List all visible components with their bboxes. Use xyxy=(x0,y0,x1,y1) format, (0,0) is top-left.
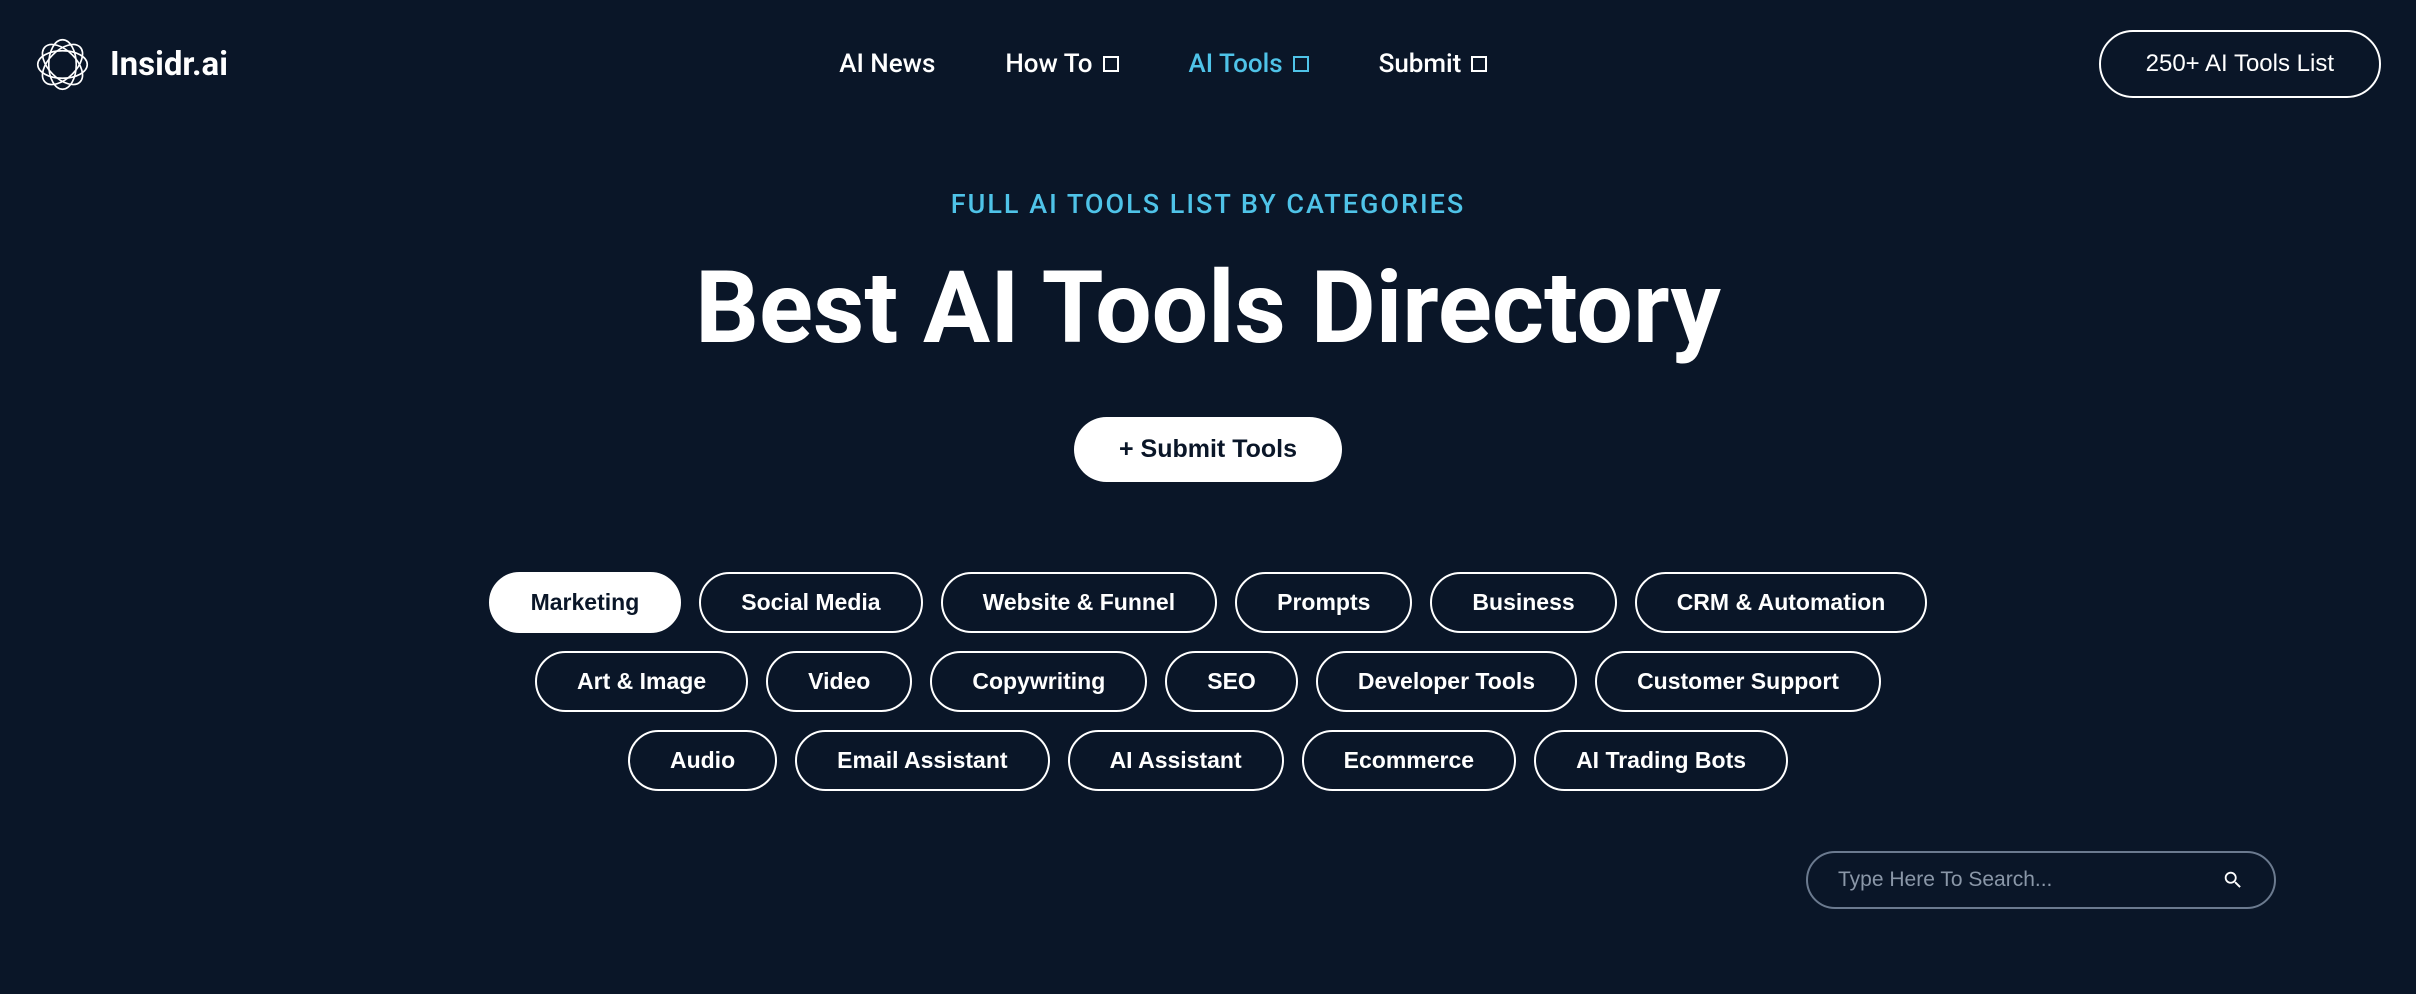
category-pill-ai-assistant[interactable]: AI Assistant xyxy=(1068,730,1284,791)
logo-container[interactable]: Insidr.ai xyxy=(35,37,228,92)
main-nav: AI News How To AI Tools Submit xyxy=(839,49,1487,79)
category-pill-customer-support[interactable]: Customer Support xyxy=(1595,651,1881,712)
submit-tools-button[interactable]: + Submit Tools xyxy=(1074,417,1342,482)
hero-subtitle: FULL AI TOOLS LIST BY CATEGORIES xyxy=(20,188,2396,220)
nav-item-how-to[interactable]: How To xyxy=(1005,49,1118,79)
nav-label: Submit xyxy=(1379,49,1462,79)
logo-icon xyxy=(35,37,90,92)
logo-text: Insidr.ai xyxy=(110,45,228,84)
hero-section: FULL AI TOOLS LIST BY CATEGORIES Best AI… xyxy=(0,128,2416,522)
category-pill-marketing[interactable]: Marketing xyxy=(489,572,682,633)
search-container xyxy=(0,821,2416,939)
nav-label: AI News xyxy=(839,49,935,79)
search-input[interactable] xyxy=(1838,868,2222,892)
category-pill-crm-automation[interactable]: CRM & Automation xyxy=(1635,572,1928,633)
category-pill-audio[interactable]: Audio xyxy=(628,730,777,791)
category-pill-ai-trading-bots[interactable]: AI Trading Bots xyxy=(1534,730,1788,791)
cta-tools-list-button[interactable]: 250+ AI Tools List xyxy=(2099,30,2381,98)
nav-label: How To xyxy=(1005,49,1092,79)
category-pill-copywriting[interactable]: Copywriting xyxy=(930,651,1147,712)
category-pill-website-funnel[interactable]: Website & Funnel xyxy=(941,572,1218,633)
nav-item-ai-news[interactable]: AI News xyxy=(839,49,935,79)
hero-title: Best AI Tools Directory xyxy=(20,250,2396,367)
dropdown-icon xyxy=(1293,56,1309,72)
category-pill-email-assistant[interactable]: Email Assistant xyxy=(795,730,1049,791)
category-filter-list: Marketing Social Media Website & Funnel … xyxy=(408,522,2008,821)
dropdown-icon xyxy=(1103,56,1119,72)
category-pill-art-image[interactable]: Art & Image xyxy=(535,651,748,712)
search-icon[interactable] xyxy=(2222,869,2244,891)
category-pill-developer-tools[interactable]: Developer Tools xyxy=(1316,651,1577,712)
nav-item-ai-tools[interactable]: AI Tools xyxy=(1189,49,1309,79)
category-pill-business[interactable]: Business xyxy=(1430,572,1616,633)
category-pill-video[interactable]: Video xyxy=(766,651,912,712)
category-pill-social-media[interactable]: Social Media xyxy=(699,572,922,633)
dropdown-icon xyxy=(1471,56,1487,72)
search-box xyxy=(1806,851,2276,909)
nav-label: AI Tools xyxy=(1189,49,1283,79)
category-pill-ecommerce[interactable]: Ecommerce xyxy=(1302,730,1516,791)
category-pill-prompts[interactable]: Prompts xyxy=(1235,572,1412,633)
nav-item-submit[interactable]: Submit xyxy=(1379,49,1488,79)
category-pill-seo[interactable]: SEO xyxy=(1165,651,1298,712)
header: Insidr.ai AI News How To AI Tools Submit… xyxy=(0,0,2416,128)
